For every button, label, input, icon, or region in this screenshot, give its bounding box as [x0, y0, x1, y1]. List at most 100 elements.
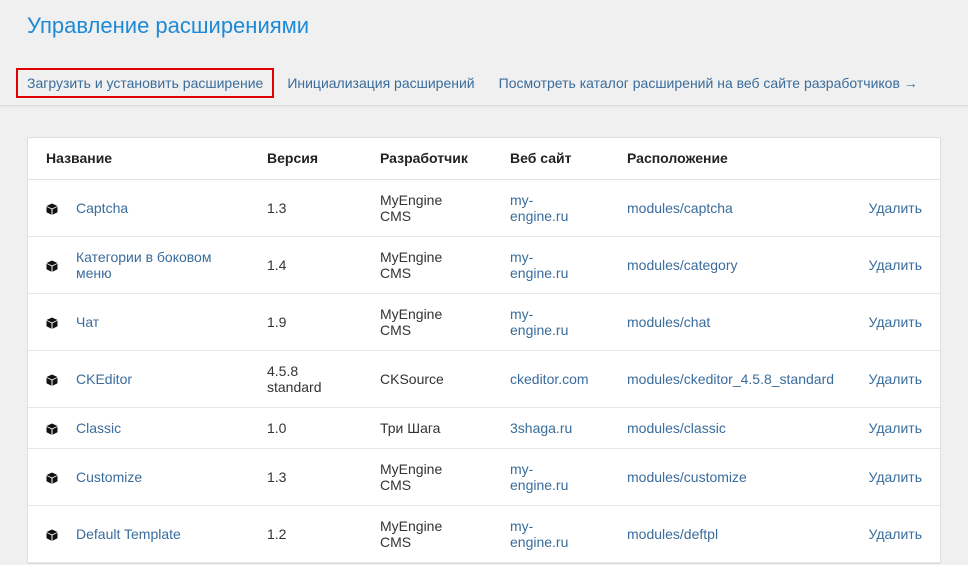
table-row: Категории в боковом меню 1.4 MyEngine CM…: [28, 236, 940, 294]
table-row: Чат 1.9 MyEngine CMS my-engine.ru module…: [28, 293, 940, 351]
row-action-cell: Удалить: [865, 407, 940, 449]
row-location-cell: modules/captcha: [627, 179, 865, 237]
extension-website-link[interactable]: my-engine.ru: [510, 306, 580, 338]
extension-location-link[interactable]: modules/ckeditor_4.5.8_standard: [627, 371, 834, 387]
table-row: Classic 1.0 Три Шага 3shaga.ru modules/c…: [28, 407, 940, 449]
header-actions: [865, 138, 940, 180]
extension-developer: MyEngine CMS: [380, 248, 443, 281]
row-action-cell: Удалить: [865, 236, 940, 294]
row-name-cell: Captcha: [76, 179, 267, 237]
row-name-cell: Категории в боковом меню: [76, 236, 267, 294]
extension-version: 1.0: [267, 419, 287, 436]
catalog-link[interactable]: Посмотреть каталог расширений на веб сай…: [499, 75, 918, 91]
extension-name-link[interactable]: Classic: [76, 420, 226, 436]
extensions-panel: Название Версия Разработчик Веб сайт Рас…: [27, 137, 941, 564]
table-row: Captcha 1.3 MyEngine CMS my-engine.ru mo…: [28, 179, 940, 237]
row-location-cell: modules/chat: [627, 293, 865, 351]
table-row: Default Template 1.2 MyEngine CMS my-eng…: [28, 505, 940, 563]
row-version-cell: 1.0: [267, 407, 380, 449]
row-website-cell: my-engine.ru: [510, 448, 627, 506]
extension-version: 1.9: [267, 313, 287, 330]
extension-website-link[interactable]: my-engine.ru: [510, 192, 580, 224]
row-icon-cell: [28, 350, 76, 408]
delete-extension-link[interactable]: Удалить: [869, 420, 922, 436]
row-website-cell: ckeditor.com: [510, 350, 627, 408]
delete-extension-link[interactable]: Удалить: [869, 526, 922, 542]
delete-extension-link[interactable]: Удалить: [869, 200, 922, 216]
row-version-cell: 1.3: [267, 448, 380, 506]
row-version-cell: 1.4: [267, 236, 380, 294]
row-icon-cell: [28, 448, 76, 506]
row-name-cell: Customize: [76, 448, 267, 506]
extension-developer: MyEngine CMS: [380, 305, 443, 338]
row-developer-cell: MyEngine CMS: [380, 505, 510, 563]
row-developer-cell: MyEngine CMS: [380, 236, 510, 294]
extension-location-link[interactable]: modules/classic: [627, 420, 726, 436]
cube-icon: [46, 317, 58, 329]
page-header: Управление расширениями: [0, 0, 968, 60]
extension-developer: Три Шага: [380, 419, 441, 436]
extension-developer: MyEngine CMS: [380, 460, 443, 493]
extension-name-link[interactable]: Default Template: [76, 526, 226, 542]
extension-version: 1.2: [267, 525, 287, 542]
extension-website-link[interactable]: ckeditor.com: [510, 371, 589, 387]
row-location-cell: modules/category: [627, 236, 865, 294]
extension-location-link[interactable]: modules/captcha: [627, 200, 733, 216]
extension-location-link[interactable]: modules/deftpl: [627, 526, 718, 542]
row-version-cell: 1.9: [267, 293, 380, 351]
row-website-cell: my-engine.ru: [510, 179, 627, 237]
extensions-table: Название Версия Разработчик Веб сайт Рас…: [28, 138, 940, 563]
row-developer-cell: MyEngine CMS: [380, 293, 510, 351]
extension-name-link[interactable]: Чат: [76, 314, 226, 330]
extension-location-link[interactable]: modules/customize: [627, 469, 747, 485]
row-developer-cell: CKSource: [380, 350, 510, 408]
extension-name-link[interactable]: CKEditor: [76, 371, 226, 387]
row-name-cell: Чат: [76, 293, 267, 351]
extension-name-link[interactable]: Customize: [76, 469, 226, 485]
row-action-cell: Удалить: [865, 448, 940, 506]
row-icon-cell: [28, 179, 76, 237]
cube-icon: [46, 529, 58, 541]
row-name-cell: Classic: [76, 407, 267, 449]
row-name-cell: CKEditor: [76, 350, 267, 408]
extension-version: 1.3: [267, 468, 287, 485]
row-website-cell: my-engine.ru: [510, 293, 627, 351]
row-action-cell: Удалить: [865, 179, 940, 237]
extension-name-link[interactable]: Captcha: [76, 200, 226, 216]
table-row: CKEditor 4.5.8 standard CKSource ckedito…: [28, 350, 940, 408]
extension-location-link[interactable]: modules/chat: [627, 314, 710, 330]
extension-website-link[interactable]: my-engine.ru: [510, 461, 580, 493]
header-developer: Разработчик: [380, 138, 510, 180]
delete-extension-link[interactable]: Удалить: [869, 314, 922, 330]
row-name-cell: Default Template: [76, 505, 267, 563]
cube-icon: [46, 374, 58, 386]
delete-extension-link[interactable]: Удалить: [869, 371, 922, 387]
extension-website-link[interactable]: 3shaga.ru: [510, 420, 580, 436]
header-version: Версия: [267, 138, 380, 180]
upload-extension-link[interactable]: Загрузить и установить расширение: [16, 67, 275, 98]
header-location: Расположение: [627, 138, 865, 180]
row-developer-cell: MyEngine CMS: [380, 448, 510, 506]
page-title: Управление расширениями: [27, 13, 310, 38]
row-icon-cell: [28, 293, 76, 351]
row-developer-cell: MyEngine CMS: [380, 179, 510, 237]
extension-developer: MyEngine CMS: [380, 191, 443, 224]
extension-location-link[interactable]: modules/category: [627, 257, 738, 273]
header-website: Веб сайт: [510, 138, 627, 180]
row-location-cell: modules/ckeditor_4.5.8_standard: [627, 350, 865, 408]
delete-extension-link[interactable]: Удалить: [869, 257, 922, 273]
row-website-cell: 3shaga.ru: [510, 407, 627, 449]
cube-icon: [46, 423, 58, 435]
extension-name-link[interactable]: Категории в боковом меню: [76, 249, 226, 281]
header-name: Название: [28, 138, 267, 180]
delete-extension-link[interactable]: Удалить: [869, 469, 922, 485]
row-icon-cell: [28, 236, 76, 294]
init-extensions-link[interactable]: Инициализация расширений: [287, 75, 474, 91]
row-icon-cell: [28, 505, 76, 563]
subnav: Загрузить и установить расширение Инициа…: [0, 60, 968, 106]
extension-website-link[interactable]: my-engine.ru: [510, 518, 580, 550]
extension-website-link[interactable]: my-engine.ru: [510, 249, 580, 281]
row-icon-cell: [28, 407, 76, 449]
row-website-cell: my-engine.ru: [510, 505, 627, 563]
extension-version: 1.4: [267, 256, 287, 273]
